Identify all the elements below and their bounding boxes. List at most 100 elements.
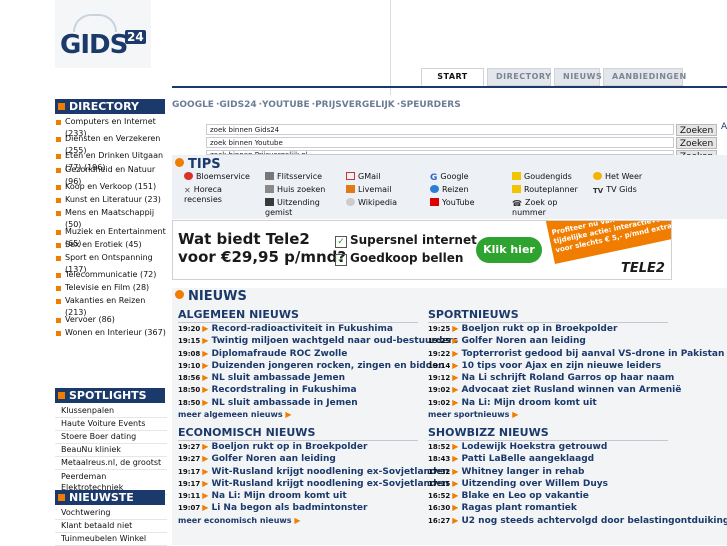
more-algemeen-link[interactable]: meer algemeen nieuws ▶ (178, 409, 418, 420)
tip-google[interactable]: G Google (430, 172, 469, 183)
sidebar-item-muziek[interactable]: Muziek en Entertainment (65) (55, 226, 167, 248)
sidebar-item-vervoer[interactable]: Vervoer (86) (55, 314, 167, 327)
more-sport-link[interactable]: meer sportnieuws ▶ (428, 409, 668, 420)
tip-uitzending-gemist[interactable]: Uitzending gemist (265, 198, 340, 218)
new-site-item[interactable]: Tuinmeubelen Winkel (55, 533, 167, 546)
news-item[interactable]: 19:10 ▶ Duizenden jongeren rocken, zingen … (178, 360, 445, 372)
bullet-icon (56, 154, 61, 159)
news-item[interactable]: 17:15 ▶ Uitzending over Willem Duys (428, 478, 668, 490)
news-item[interactable]: 19:17 ▶ Wit-Rusland krijgt noodlening ex-S… (178, 478, 449, 490)
search-extra-letter: A (721, 122, 727, 132)
tip-horeca[interactable]: ✕ Horeca recensies (184, 185, 259, 205)
news-item[interactable]: 19:17 ▶ Wit-Rusland krijgt noodlening ex-S… (178, 466, 449, 478)
sidebar-item-telecom[interactable]: Telecommunicatie (72) (55, 269, 167, 282)
news-item[interactable]: 19:27 ▶ Boeljon rukt op in Broekpolder (178, 441, 418, 453)
new-site-item[interactable]: Vochtwering (55, 507, 167, 520)
sidebar-item-wonen[interactable]: Wonen en Interieur (367) (55, 327, 167, 349)
news-item[interactable]: 16:52 ▶ Blake en Leo op vakantie (428, 490, 668, 502)
news-item[interactable]: 19:14 ▶ 10 tips voor Ajax en zijn nieuwe l… (428, 360, 668, 372)
spotlight-item[interactable]: Stoere Boer dating (55, 431, 167, 444)
tele2-advertisement-banner[interactable]: Wat biedt Tele2 voor €29,95 p/mnd? ✓ Supe… (172, 220, 672, 280)
sidebar-item-eten[interactable]: Eten en Drinken Uitgaan (77) (196) (55, 150, 167, 172)
search-input-gids24[interactable]: zoek binnen Gids24 (206, 124, 674, 135)
tip-reizen[interactable]: Reizen (430, 185, 469, 195)
news-item[interactable]: 19:07 ▶ Li Na begon als badmintonster (178, 502, 418, 514)
news-item[interactable]: 19:27 ▶ Golfer Noren aan leiding (178, 453, 418, 465)
mail-icon (346, 172, 355, 180)
tips-panel: TIPS Bloemservice Flitsservice GMail G Go… (172, 155, 727, 219)
site-logo[interactable]: GIDS 24 (55, 0, 151, 68)
news-section-sport: SPORTNIEUWS 19:25 ▶ Boeljon rukt op in Bro… (428, 308, 724, 420)
bullet-icon (56, 168, 61, 173)
spotlights-title: SPOTLIGHTS (69, 389, 147, 402)
news-item[interactable]: 18:50 ▶ NL sluit ambassade in Jemen (178, 397, 418, 409)
spotlight-item[interactable]: BeauNu kliniek (55, 444, 167, 457)
news-item[interactable]: 19:20 ▶ Record-radioactiviteit in Fukushim… (178, 323, 418, 335)
new-site-item[interactable]: Klant betaald niet (55, 520, 167, 533)
tip-bloemservice[interactable]: Bloemservice (184, 172, 250, 182)
news-item[interactable]: 19:15 ▶ Twintig miljoen wachtgeld naar oud… (178, 335, 458, 347)
news-item[interactable]: 16:30 ▶ Ragas plant romantiek (428, 502, 668, 514)
checkbox-icon: ✓ (335, 236, 347, 248)
quick-link-prijsvergelijk[interactable]: PRIJSVERGELIJK (315, 100, 395, 110)
tip-routeplanner[interactable]: Routeplanner (512, 185, 578, 195)
spotlight-item[interactable]: Klussenpalen (55, 405, 167, 418)
video-icon (265, 198, 274, 206)
bullet-icon (56, 137, 61, 142)
bullet-icon (56, 299, 61, 304)
news-panel: NIEUWS ALGEMEEN NIEUWS 19:20 ▶ Record-radi… (172, 288, 727, 545)
phone-icon: ☎ (512, 199, 522, 208)
tip-goudengids[interactable]: Goudengids (512, 172, 572, 182)
camera-icon (265, 172, 274, 180)
search-button-youtube[interactable]: Zoeken (676, 137, 717, 149)
search-input-youtube[interactable]: zoek binnen Youtube (206, 137, 674, 148)
google-icon: G (430, 173, 438, 183)
tip-zoek-op-nummer[interactable]: ☎ Zoek op nummer (512, 198, 587, 218)
tab-aanbiedingen[interactable]: AANBIEDINGEN (603, 68, 686, 86)
quick-link-youtube[interactable]: YOUTUBE (262, 100, 310, 110)
tip-tv-gids[interactable]: TV TV Gids (593, 185, 637, 195)
news-item[interactable]: 16:27 ▶ U2 nog steeds achtervolgd door bel… (428, 515, 727, 527)
sidebar-item-koop[interactable]: Koop en Verkoop (151) (55, 181, 167, 194)
main-tabs: START DIRECTORY NIEUWS AANBIEDINGEN (421, 68, 686, 86)
tip-wikipedia[interactable]: Wikipedia (346, 198, 397, 208)
news-item[interactable]: 18:50 ▶ Recordstraling in Fukushima (178, 384, 418, 396)
tab-nieuws[interactable]: NIEUWS (554, 68, 602, 86)
sidebar-item-kunst[interactable]: Kunst en Literatuur (23) (55, 194, 167, 207)
news-item[interactable]: 18:56 ▶ NL sluit ambassade Jemen (178, 372, 418, 384)
news-item[interactable]: 19:12 ▶ Na Li schrijft Roland Garros op ha… (428, 372, 674, 384)
tip-huis-zoeken[interactable]: Huis zoeken (265, 185, 325, 195)
search-button-gids24[interactable]: Zoeken (676, 124, 717, 136)
header-rule (172, 86, 727, 88)
tip-youtube[interactable]: YouTube (430, 198, 475, 208)
orange-circle-icon (175, 290, 184, 299)
quick-link-gids24[interactable]: GIDS24 (219, 100, 256, 110)
tip-livemail[interactable]: Livemail (346, 185, 391, 195)
tab-start[interactable]: START (421, 68, 484, 86)
orange-circle-icon (175, 158, 184, 167)
tips-heading: TIPS (175, 157, 221, 172)
news-item[interactable]: 19:22 ▶ Topterrorist gedood bij aanval VS-… (428, 348, 724, 360)
news-item[interactable]: 18:52 ▶ Lodewijk Hoekstra getrouwd (428, 441, 668, 453)
news-item[interactable]: 17:32 ▶ Whitney langer in rehab (428, 466, 668, 478)
news-item[interactable]: 19:08 ▶ Diplomafraude ROC Zwolle (178, 348, 418, 360)
news-item[interactable]: 18:43 ▶ Patti LaBelle aangeklaagd (428, 453, 668, 465)
news-item[interactable]: 19:02 ▶ Na Li: Mijn droom komt uit (428, 397, 668, 409)
more-economisch-link[interactable]: meer economisch nieuws ▶ (178, 515, 418, 526)
quick-link-google[interactable]: GOOGLE (172, 100, 214, 110)
news-item[interactable]: 19:11 ▶ Na Li: Mijn droom komt uit (178, 490, 418, 502)
quick-link-speurders[interactable]: SPEURDERS (400, 100, 461, 110)
spotlight-item[interactable]: Haute Voiture Events (55, 418, 167, 431)
news-item[interactable]: 19:25 ▶ Boeljon rukt op in Broekpolder (428, 323, 668, 335)
sidebar-item-sex[interactable]: Sex en Erotiek (45) (55, 239, 167, 252)
tip-het-weer[interactable]: Het Weer (593, 172, 642, 182)
news-item[interactable]: 19:02 ▶ Advocaat ziet Rusland winnen van A… (428, 384, 681, 396)
news-item[interactable]: 19:25 ▶ Golfer Noren aan leiding (428, 335, 668, 347)
sidebar-item-televisie[interactable]: Televisie en Film (28) (55, 282, 167, 295)
tab-directory[interactable]: DIRECTORY (487, 68, 551, 86)
tip-flitsservice[interactable]: Flitsservice (265, 172, 322, 182)
spotlight-item[interactable]: Metaalreus.nl, de grootst (55, 457, 167, 470)
tip-gmail[interactable]: GMail (346, 172, 380, 182)
banner-cta-button[interactable]: Klik hier (476, 237, 542, 263)
house-icon (265, 185, 274, 193)
